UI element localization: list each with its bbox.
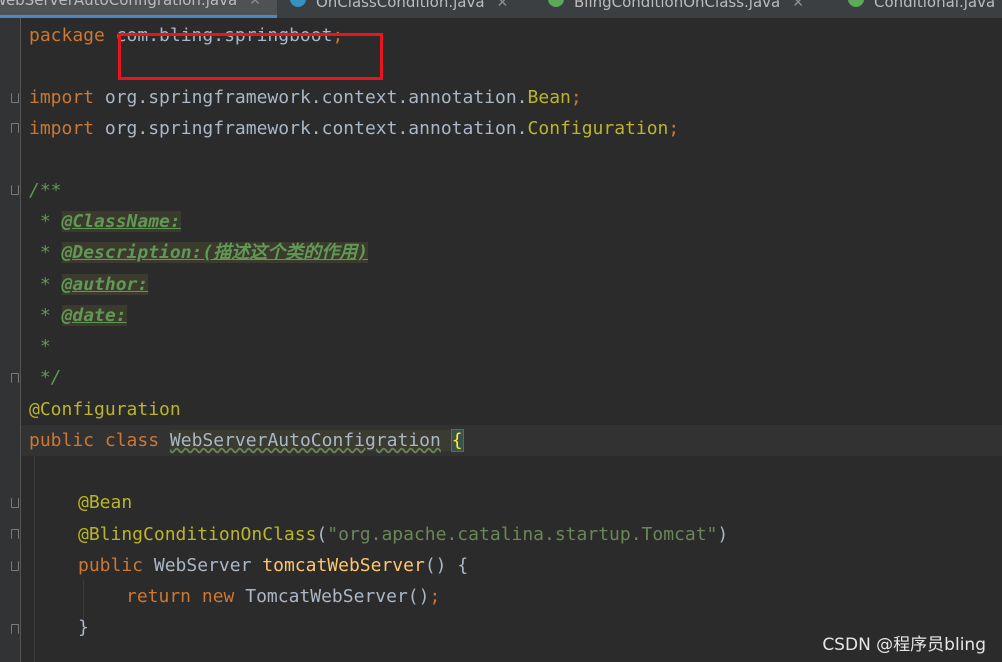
fold-marker-icon[interactable] (11, 529, 19, 539)
import-class: Configuration (527, 118, 669, 139)
keyword-class: class (104, 430, 160, 451)
doc-star: * (29, 305, 62, 326)
doc-line-author: * @author: (29, 269, 149, 300)
doc-star: * (29, 242, 62, 263)
annotation-bling-condition: @BlingConditionOnClass (78, 524, 317, 545)
code-line-import-configuration: import org.springframework.context.annot… (29, 113, 679, 144)
tab-conditional[interactable]: Conditional.java (848, 0, 1002, 18)
annotation-icon (848, 0, 864, 7)
fold-marker-icon[interactable] (11, 93, 19, 103)
code-line-return: return new TomcatWebServer(); (126, 581, 440, 612)
doc-comment-open: /** (29, 180, 62, 201)
doc-star: * (29, 274, 62, 295)
semicolon: ; (570, 87, 582, 108)
semicolon: ; (668, 118, 680, 139)
tab-label: OnClassCondition.java (316, 0, 485, 11)
tab-bling-condition-on-class[interactable]: BlingConditionOnClass.java ✕ (548, 0, 833, 18)
code-line-close-brace: } (78, 617, 89, 638)
doc-line-classname: * @ClassName: (29, 206, 181, 237)
doc-line-description: * @Description:(描述这个类的作用) (29, 237, 369, 268)
method-brace: { (446, 555, 469, 576)
doc-line-date: * @date: (29, 300, 127, 331)
code-line-method-signature: public WebServer tomcatWebServer() { (78, 550, 468, 581)
doc-comment-close: */ (29, 367, 62, 388)
editor-tab-bar: WebServerAutoConfigration.java ✕ OnClassC… (0, 0, 1002, 18)
class-icon (290, 0, 306, 7)
close-icon[interactable]: ✕ (792, 0, 804, 11)
tab-label: WebServerAutoConfigration.java (0, 0, 238, 9)
string-literal: "org.apache.catalina.startup.Tomcat" (327, 524, 718, 545)
annotation-bean: @Bean (78, 492, 133, 513)
code-line-import-bean: import org.springframework.context.annot… (29, 82, 582, 113)
tab-label: Conditional.java (874, 0, 996, 11)
watermark: CSDN @程序员bling (822, 635, 986, 655)
keyword-import: import (29, 118, 95, 139)
method-parens: () (424, 555, 447, 576)
code-line-class-declaration: public class WebServerAutoConfigration { (29, 425, 464, 456)
fold-marker-icon[interactable] (11, 185, 19, 195)
tab-webserver-auto-configration[interactable]: WebServerAutoConfigration.java ✕ (0, 0, 277, 18)
close-icon[interactable]: ✕ (249, 0, 261, 9)
paren-open: ( (316, 524, 328, 545)
close-icon[interactable]: ✕ (497, 0, 509, 11)
tab-label: BlingConditionOnClass.java (574, 0, 781, 11)
fold-marker-icon[interactable] (11, 123, 19, 133)
keyword-return: return (126, 586, 192, 607)
tab-onclass-condition[interactable]: OnClassCondition.java ✕ (290, 0, 530, 18)
import-path: org.springframework.context.annotation. (104, 87, 528, 108)
import-class: Bean (527, 87, 571, 108)
paren-close: ) (717, 524, 729, 545)
semicolon: ; (429, 586, 441, 607)
fold-marker-icon[interactable] (11, 373, 19, 383)
keyword-public: public (78, 555, 144, 576)
code-line-bling-annotation: @BlingConditionOnClass("org.apache.catal… (78, 519, 728, 550)
annotation-configuration: @Configuration (29, 399, 181, 420)
constructor-call: TomcatWebServer() (245, 586, 430, 607)
annotation-icon (548, 0, 564, 7)
method-name: tomcatWebServer (262, 555, 425, 576)
fold-marker-icon[interactable] (11, 498, 19, 508)
indent-guide (34, 456, 35, 662)
fold-marker-icon[interactable] (11, 624, 19, 634)
fold-marker-icon[interactable] (11, 561, 19, 571)
doc-star: * (29, 211, 62, 232)
highlight-box (118, 33, 383, 80)
keyword-package: package (29, 25, 105, 46)
return-type: WebServer (153, 555, 252, 576)
matched-brace: { (450, 429, 464, 452)
doc-tag-author: @author: (61, 274, 149, 295)
keyword-public: public (29, 430, 95, 451)
keyword-import: import (29, 87, 95, 108)
code-editor[interactable]: package com.bling.springboot; import org… (0, 18, 1002, 662)
gutter-divider (20, 18, 21, 662)
doc-line-empty: * (29, 336, 51, 357)
doc-tag-description: @Description:(描述这个类的作用) (61, 242, 369, 263)
doc-tag-classname: @ClassName: (61, 211, 181, 232)
keyword-new: new (201, 586, 235, 607)
class-name: WebServerAutoConfigration (169, 430, 441, 451)
doc-tag-date: @date: (61, 305, 127, 326)
import-path: org.springframework.context.annotation. (104, 118, 528, 139)
